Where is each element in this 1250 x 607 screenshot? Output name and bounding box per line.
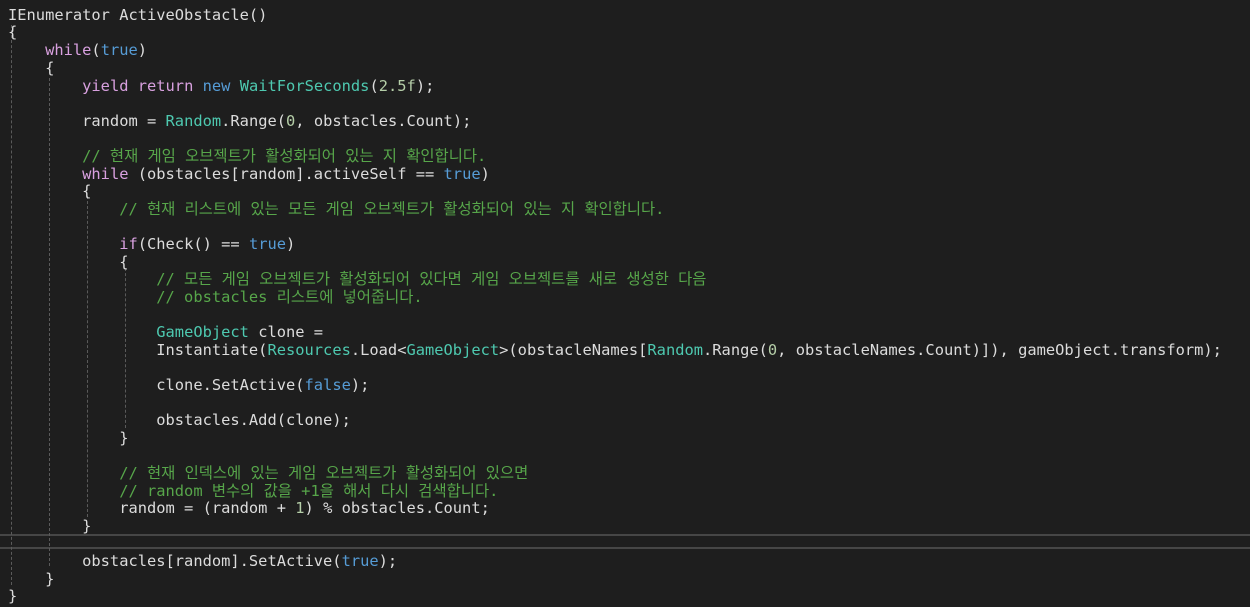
code-line[interactable]: // 모든 게임 오브젝트가 활성화되어 있다면 게임 오브젝트를 새로 생성한… — [8, 270, 706, 288]
code-token: obstacles.Add(clone); — [8, 411, 351, 429]
code-token: { — [8, 182, 92, 200]
code-line[interactable]: } — [8, 429, 128, 447]
code-token: true — [100, 41, 138, 59]
code-line[interactable]: while (obstacles[random].activeSelf == t… — [8, 165, 490, 183]
code-line[interactable]: // 현재 게임 오브젝트가 활성화되어 있는 지 확인합니다. — [8, 147, 486, 165]
code-line[interactable]: clone.SetActive(false); — [8, 376, 369, 394]
current-line-highlight — [0, 534, 1250, 549]
code-line[interactable]: while(true) — [8, 41, 147, 59]
code-token: 2.5f — [378, 77, 416, 95]
code-line[interactable]: GameObject clone = — [8, 323, 323, 341]
code-token: clone = — [248, 323, 324, 341]
code-line[interactable]: random = Random.Range(0, obstacles.Count… — [8, 112, 471, 130]
code-token: // 현재 인덱스에 있는 게임 오브젝트가 활성화되어 있으면 — [8, 464, 529, 482]
code-token: Random — [647, 341, 704, 359]
code-token: ) — [286, 235, 296, 253]
code-line[interactable]: // 현재 리스트에 있는 모든 게임 오브젝트가 활성화되어 있는 지 확인합… — [8, 200, 664, 218]
code-line[interactable]: // obstacles 리스트에 넣어줍니다. — [8, 288, 423, 306]
code-token: >(obstacleNames[ — [499, 341, 648, 359]
code-token: { — [8, 23, 18, 41]
code-token: // 현재 리스트에 있는 모든 게임 오브젝트가 활성화되어 있는 지 확인합… — [8, 200, 665, 218]
code-line[interactable]: // random 변수의 값을 +1을 해서 다시 검색합니다. — [8, 482, 498, 500]
code-token: } — [8, 429, 129, 447]
code-token: Resources — [267, 341, 351, 359]
code-token: , obstacles.Count); — [295, 112, 472, 130]
code-token: WaitForSeconds — [239, 77, 370, 95]
code-token: obstacles[random].SetActive( — [8, 552, 342, 570]
code-token: GameObject — [156, 323, 249, 341]
code-token: ); — [350, 376, 370, 394]
code-token: false — [304, 376, 351, 394]
code-token: ) — [137, 41, 148, 59]
code-line[interactable]: { — [8, 182, 91, 200]
code-token: { — [8, 59, 55, 77]
code-token: IEnumerator ActiveObstacle() — [8, 6, 268, 24]
code-token: .Range( — [221, 112, 287, 130]
code-token: yield return — [82, 77, 194, 95]
code-token: true — [248, 235, 287, 253]
code-line[interactable]: // 현재 인덱스에 있는 게임 오브젝트가 활성화되어 있으면 — [8, 464, 528, 482]
code-token: (obstacles[random].activeSelf == — [128, 165, 444, 183]
code-token: Random — [165, 112, 222, 130]
code-token: } — [8, 587, 18, 605]
code-line[interactable]: } — [8, 587, 17, 605]
code-token: , obstacleNames.Count)]), gameObject.tra… — [777, 341, 1222, 359]
code-line[interactable]: { — [8, 59, 54, 77]
code-token: Instantiate( — [8, 341, 268, 359]
code-token: 0 — [767, 341, 778, 359]
code-token: clone.SetActive( — [8, 376, 305, 394]
code-line[interactable]: if(Check() == true) — [8, 235, 295, 253]
code-token: ); — [415, 77, 435, 95]
code-token: ( — [91, 41, 101, 59]
code-token: 1 — [295, 499, 305, 517]
code-token: .Range( — [703, 341, 768, 359]
code-token: // random 변수의 값을 +1을 해서 다시 검색합니다. — [8, 482, 499, 500]
code-token: while — [82, 165, 129, 183]
code-line[interactable]: { — [8, 253, 128, 271]
code-token: ); — [378, 552, 398, 570]
code-line[interactable]: random = (random + 1) % obstacles.Count; — [8, 499, 490, 517]
code-token: // obstacles 리스트에 넣어줍니다. — [8, 288, 423, 306]
code-token: new — [202, 77, 231, 95]
code-token: ( — [369, 77, 379, 95]
code-token: while — [45, 41, 92, 59]
code-line[interactable]: obstacles[random].SetActive(true); — [8, 552, 397, 570]
code-token: if — [119, 235, 138, 253]
code-token: ) % obstacles.Count; — [304, 499, 490, 517]
code-line[interactable]: { — [8, 23, 17, 41]
code-line[interactable]: obstacles.Add(clone); — [8, 411, 351, 429]
code-token: ) — [480, 165, 490, 183]
code-token: // 모든 게임 오브젝트가 활성화되어 있다면 게임 오브젝트를 새로 생성한… — [8, 270, 707, 288]
code-token: (Check() == — [137, 235, 249, 253]
code-line[interactable]: } — [8, 517, 91, 535]
code-line[interactable]: yield return new WaitForSeconds(2.5f); — [8, 77, 434, 95]
code-token: // 현재 게임 오브젝트가 활성화되어 있는 지 확인합니다. — [8, 147, 487, 165]
code-editor[interactable]: IEnumerator ActiveObstacle(){ while(true… — [0, 0, 1250, 607]
code-token: random = — [8, 112, 166, 130]
code-token: } — [8, 570, 55, 588]
code-line[interactable]: Instantiate(Resources.Load<GameObject>(o… — [8, 341, 1222, 359]
code-token: } — [8, 517, 92, 535]
code-token: { — [8, 253, 129, 271]
code-token: true — [341, 552, 379, 570]
code-token: GameObject — [406, 341, 500, 359]
code-token: 0 — [286, 112, 296, 130]
code-line[interactable]: IEnumerator ActiveObstacle() — [8, 6, 267, 24]
code-token: random = (random + — [8, 499, 296, 517]
code-token: true — [443, 165, 481, 183]
code-line[interactable]: } — [8, 570, 54, 588]
code-token: .Load< — [350, 341, 407, 359]
